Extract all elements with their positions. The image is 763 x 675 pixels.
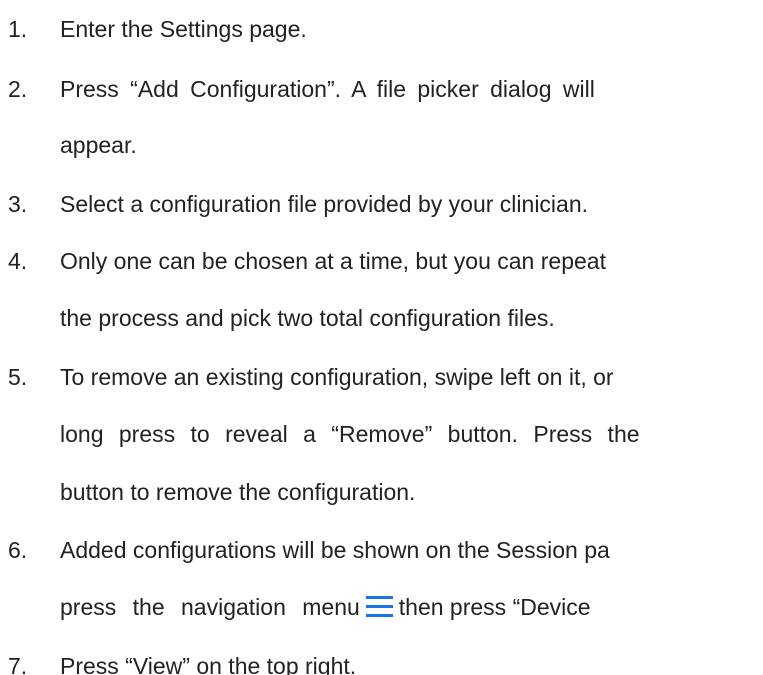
step-number: 6. [8,537,28,563]
step-number: 3. [8,191,28,217]
step-text: Added configurations will be shown on th… [60,537,610,563]
step-text: Select a configuration file provided by … [60,191,589,217]
step-text: long press to reveal a “Remove” button. … [60,421,640,447]
step-text: Press “Add Configuration”. A file picker… [60,76,595,102]
step-text-part: then press “Device [398,594,591,620]
step-text: To remove an existing configuration, swi… [60,364,614,390]
step-text: Enter the Settings page. [60,16,307,42]
step-number: 5. [8,364,28,390]
hamburger-menu-icon [365,596,393,618]
step-number: 7. [8,653,28,675]
step-text: the process and pick two total configura… [60,305,555,331]
step-number: 4. [8,248,28,274]
step-number: 1. [8,16,28,42]
step-text: appear. [60,132,137,158]
step-text-part: press the navigation menu [60,594,360,620]
step-text: Press “View” on the top right. [60,653,357,675]
step-text: button to remove the configuration. [60,479,416,505]
step-text: press the navigation menu then press “Dev… [60,593,591,621]
step-number: 2. [8,76,28,102]
step-text: Only one can be chosen at a time, but yo… [60,248,606,274]
instructions-page: 1. Enter the Settings page. 2. Press “Ad… [0,0,763,675]
